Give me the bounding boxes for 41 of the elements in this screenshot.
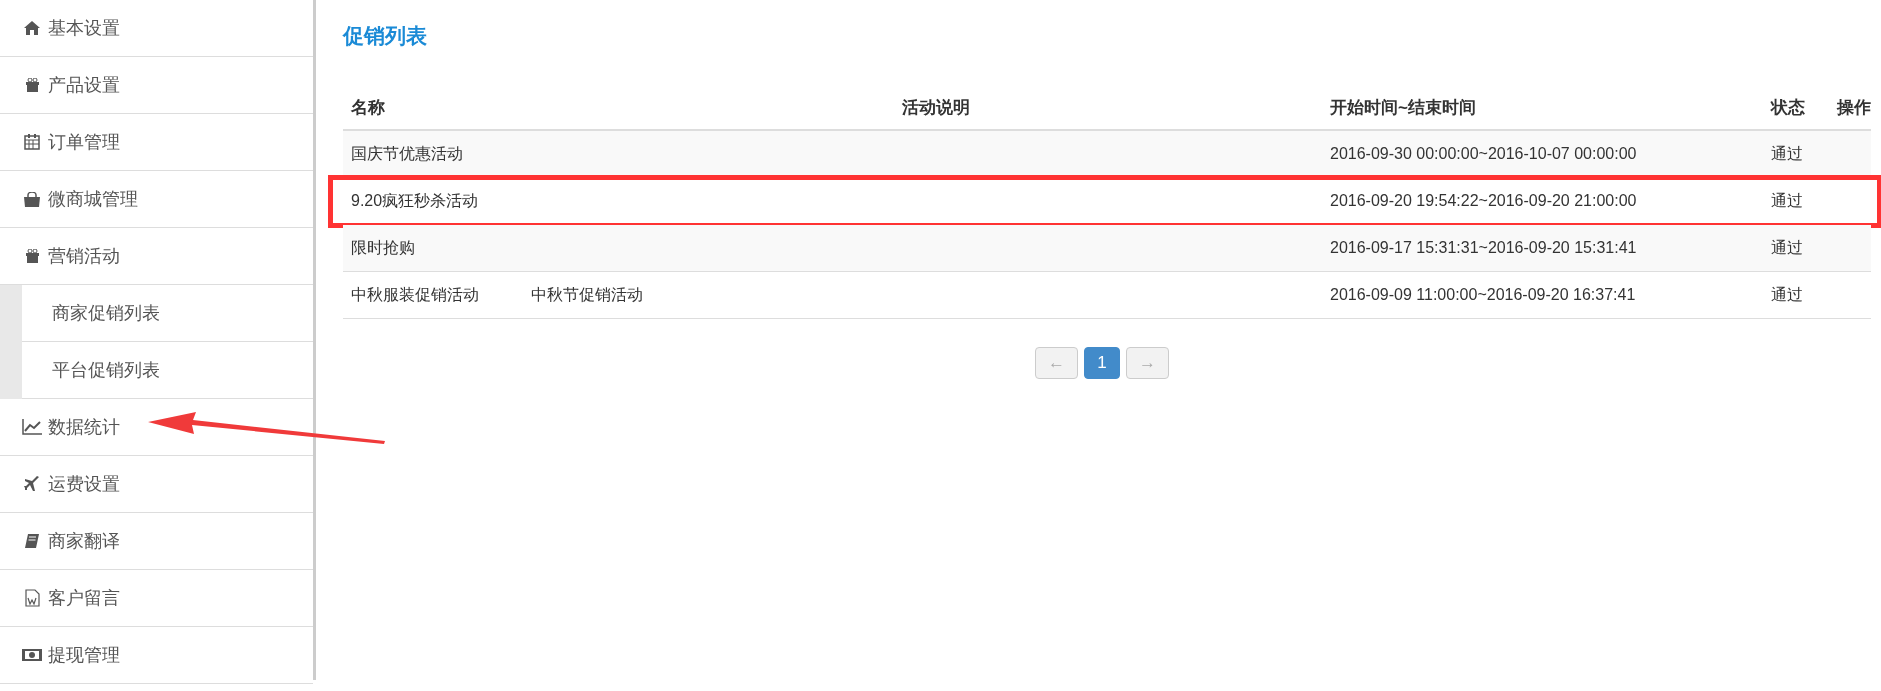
- sidebar-item[interactable]: 商家翻译: [0, 513, 313, 570]
- table-cell-text: 国庆节优惠活动: [351, 143, 463, 164]
- table-cell-text: 9.20疯狂秒杀活动: [351, 190, 479, 211]
- column-header: 状态: [1769, 97, 1806, 119]
- table-cell-text: 2016-09-30 00:00:00~2016-10-07 00:00:00: [1329, 145, 1638, 163]
- table-cell-text: 通过: [1770, 190, 1804, 211]
- table-cell-text: 2016-09-17 15:31:31~2016-09-20 15:31:41: [1329, 239, 1638, 257]
- sidebar-item[interactable]: 订单管理: [0, 114, 313, 171]
- sidebar-item[interactable]: 营销活动: [0, 228, 313, 285]
- column-header: 开始时间~结束时间: [1329, 97, 1477, 119]
- document-icon: [24, 589, 40, 607]
- sidebar-item[interactable]: 微商城管理: [0, 171, 313, 228]
- table-cell-text: 中秋节促销活动: [531, 284, 643, 305]
- book-icon: [24, 533, 40, 549]
- shopping-bag-icon: [23, 191, 41, 207]
- column-header: 操作: [1835, 97, 1871, 119]
- sidebar-item[interactable]: 客户留言: [0, 570, 313, 627]
- table-cell-text: 通过: [1770, 237, 1804, 258]
- home-icon: [24, 21, 40, 35]
- table-cell-text: 通过: [1770, 284, 1804, 305]
- sidebar-subitem[interactable]: 商家促销列表: [22, 285, 313, 342]
- table-cell-text: 2016-09-09 11:00:00~2016-09-20 16:37:41: [1329, 286, 1637, 304]
- sidebar-item[interactable]: 基本设置: [0, 0, 313, 57]
- column-header: 活动说明: [901, 97, 971, 119]
- sidebar-item[interactable]: 产品设置: [0, 57, 313, 114]
- sidebar-item[interactable]: 提现管理: [0, 627, 313, 684]
- table-cell-text: 中秋服装促销活动: [351, 284, 479, 305]
- table-cell-text: 限时抢购: [351, 237, 415, 258]
- calendar-icon: [24, 134, 40, 150]
- page-button[interactable]: 1: [1084, 347, 1120, 379]
- column-header: 名称: [350, 97, 386, 119]
- table-cell-text: 通过: [1770, 143, 1804, 164]
- line-chart-icon: [22, 419, 42, 435]
- banknote-icon: [22, 648, 42, 662]
- plane-icon: [24, 476, 40, 492]
- table-cell-text: 2016-09-20 19:54:22~2016-09-20 21:00:00: [1329, 192, 1638, 210]
- page-title: 促销列表: [343, 23, 427, 49]
- gift-icon: [24, 78, 40, 92]
- sidebar-subitem[interactable]: 平台促销列表: [22, 342, 313, 399]
- gift-icon: [24, 249, 40, 263]
- sidebar-item[interactable]: 运费设置: [0, 456, 313, 513]
